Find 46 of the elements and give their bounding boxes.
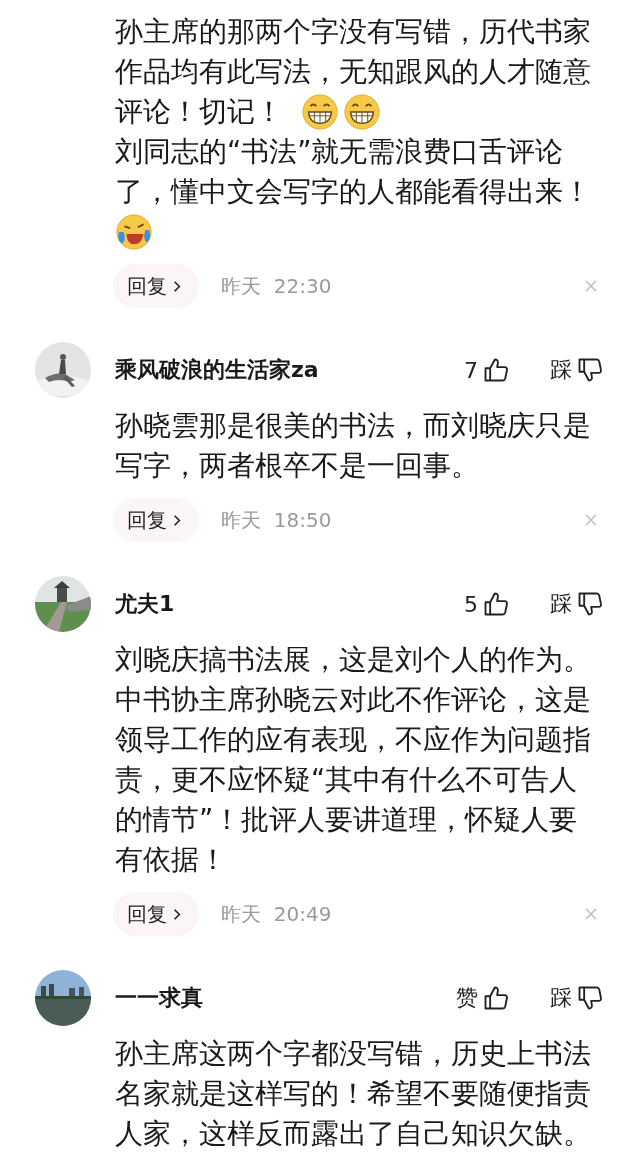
reply-button[interactable]: 回复 — [113, 264, 199, 308]
like-button[interactable]: 7 — [464, 356, 510, 384]
comment-text: 了，懂中文会写字的人都能看得出来！ — [115, 174, 591, 209]
timestamp: 昨天 20:49 — [221, 900, 333, 928]
chevron-right-icon — [173, 907, 181, 921]
comment-text: 刘同志的“书法”就无需浪费口舌评论 — [115, 134, 564, 169]
reply-button[interactable]: 回复 — [113, 892, 199, 936]
thumbs-down-icon — [576, 356, 604, 384]
crying-emoji-icon — [115, 213, 153, 251]
timestamp: 昨天 22:30 — [221, 272, 333, 300]
comment-text: 作品均有此写法，无知跟风的人才随意 — [115, 54, 591, 89]
user-name[interactable]: 尤夫1 — [115, 589, 424, 619]
comment-text: 评论！切记！ — [115, 94, 283, 129]
comment-text: 孙主席这两个字都没写错，历史上书法 — [115, 1036, 591, 1071]
comment-text: 名家就是这样写的！希望不要随便指责 — [115, 1076, 591, 1111]
comment-text: 领导工作的应有表现，不应作为问题指 — [115, 722, 591, 757]
close-icon[interactable] — [584, 513, 598, 527]
thumbs-up-icon — [482, 984, 510, 1012]
close-icon[interactable] — [584, 907, 598, 921]
reply-button[interactable]: 回复 — [113, 498, 199, 542]
comment-text: 孙晓雲那是很美的书法，而刘晓庆只是 — [115, 408, 591, 443]
comment-text: 写字，两者根卒不是一回事。 — [115, 448, 479, 483]
comment-text: 有依据！ — [115, 842, 227, 877]
comment-text: 责，更不应怀疑“其中有什么不可告人 — [115, 762, 578, 797]
timestamp: 昨天 18:50 — [221, 506, 333, 534]
comment-text: 的情节”！批评人要讲道理，怀疑人要 — [115, 802, 578, 837]
dislike-button[interactable]: 踩 — [550, 589, 604, 619]
comment-text: 孙主席的那两个字没有写错，历代书家 — [115, 14, 591, 49]
user-name[interactable]: 乘风破浪的生活家za — [115, 355, 424, 385]
comment-text: 中书协主席孙晓云对此不作评论，这是 — [115, 682, 591, 717]
user-name[interactable]: 一一求真 — [115, 983, 416, 1013]
chevron-right-icon — [173, 513, 181, 527]
close-icon[interactable] — [584, 279, 598, 293]
thumbs-down-icon — [576, 590, 604, 618]
thumbs-up-icon — [482, 356, 510, 384]
grinning-emoji-icon — [343, 93, 381, 131]
dislike-button[interactable]: 踩 — [550, 355, 604, 385]
like-button[interactable]: 5 — [464, 590, 510, 618]
like-button[interactable]: 赞 — [456, 983, 510, 1013]
chevron-right-icon — [173, 279, 181, 293]
thumbs-up-icon — [482, 590, 510, 618]
grinning-emoji-icon — [301, 93, 339, 131]
thumbs-down-icon — [576, 984, 604, 1012]
comment-text: 人家，这样反而露出了自己知识欠缺。 — [115, 1116, 591, 1151]
dislike-button[interactable]: 踩 — [550, 983, 604, 1013]
comment-text: 刘晓庆搞书法展，这是刘个人的作为。 — [115, 642, 591, 677]
